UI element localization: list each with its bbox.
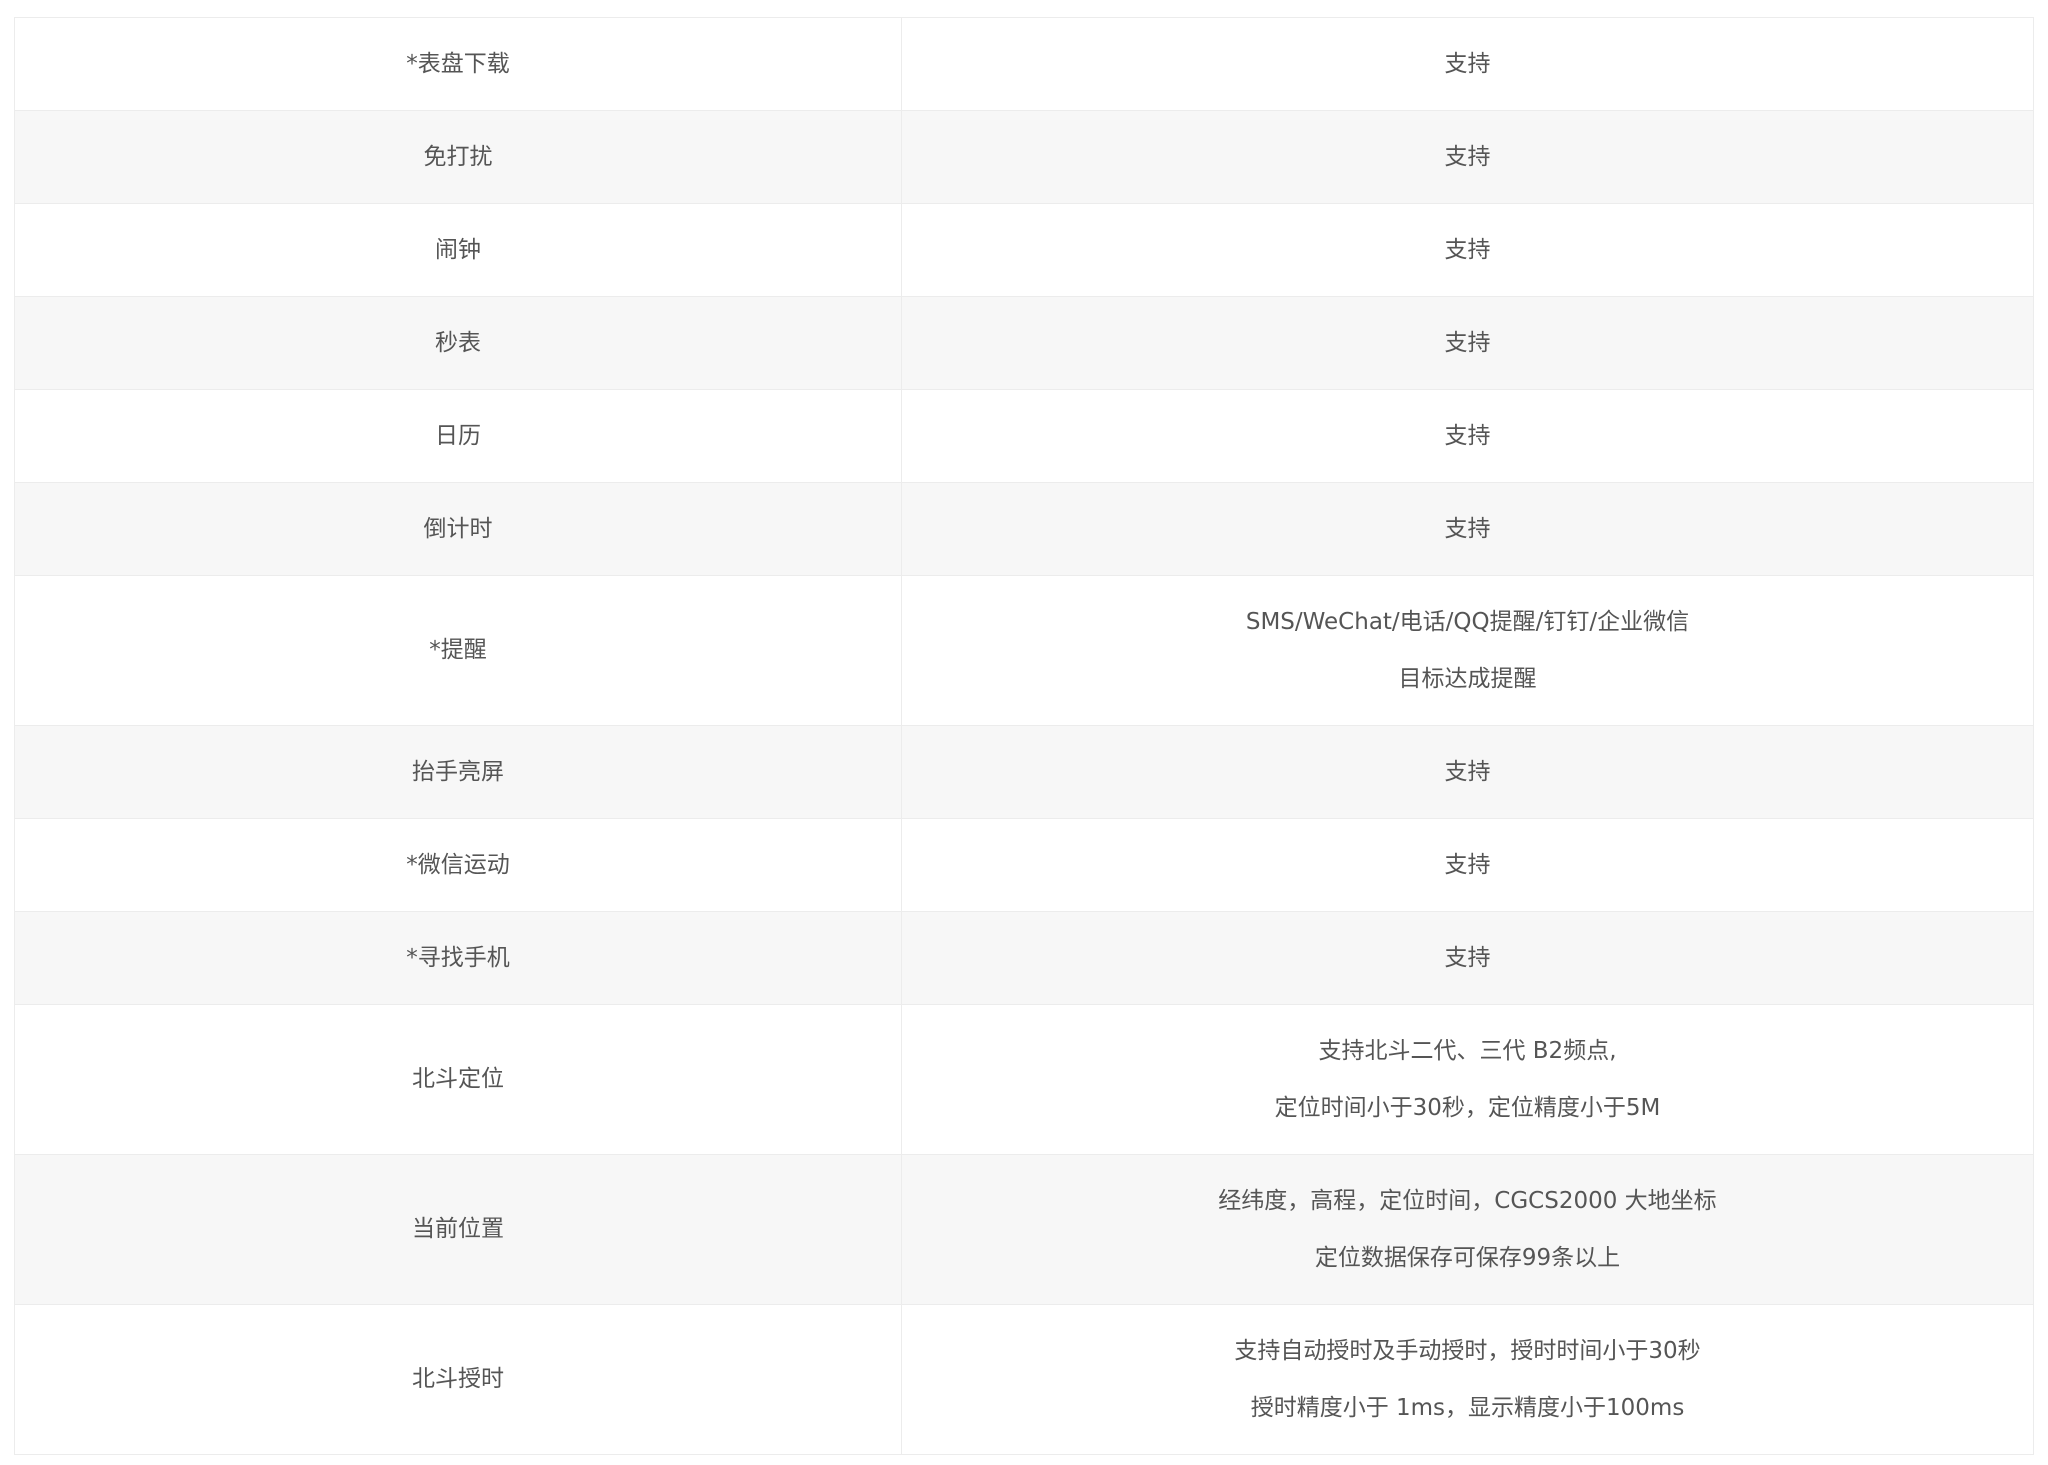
feature-cell: 当前位置 [14, 1154, 902, 1305]
feature-cell: *微信运动 [14, 818, 902, 912]
value-line: 支持 [1444, 758, 1491, 785]
value-cell: 支持 [901, 389, 2034, 483]
value-cell: 支持 [901, 17, 2034, 111]
table-row: *寻找手机 支持 [14, 911, 2034, 1005]
value-line: 支持自动授时及手动授时，授时时间小于30秒 [1234, 1337, 1701, 1364]
feature-cell: 秒表 [14, 296, 902, 390]
value-cell: 支持北斗二代、三代 B2频点, 定位时间小于30秒，定位精度小于5M [901, 1004, 2034, 1155]
feature-cell: *提醒 [14, 575, 902, 726]
feature-cell: 免打扰 [14, 110, 902, 204]
value-line: 支持 [1444, 515, 1491, 542]
table-row: *微信运动 支持 [14, 818, 2034, 912]
table-row: 闹钟 支持 [14, 203, 2034, 297]
value-line: 支持 [1444, 851, 1491, 878]
table-row: 当前位置 经纬度，高程，定位时间，CGCS2000 大地坐标 定位数据保存可保存… [14, 1154, 2034, 1305]
value-line: 目标达成提醒 [1398, 665, 1537, 692]
value-line: 支持 [1444, 422, 1491, 449]
value-line: 支持 [1444, 50, 1491, 77]
value-cell: SMS/WeChat/电话/QQ提醒/钉钉/企业微信 目标达成提醒 [901, 575, 2034, 726]
feature-cell: 闹钟 [14, 203, 902, 297]
value-cell: 支持 [901, 110, 2034, 204]
value-line: 定位数据保存可保存99条以上 [1314, 1244, 1621, 1271]
value-cell: 支持 [901, 911, 2034, 1005]
value-cell: 支持 [901, 482, 2034, 576]
table-row: 倒计时 支持 [14, 482, 2034, 576]
value-line: 授时精度小于 1ms，显示精度小于100ms [1250, 1394, 1685, 1421]
value-line: 支持 [1444, 944, 1491, 971]
feature-cell: 北斗授时 [14, 1304, 902, 1455]
value-line: SMS/WeChat/电话/QQ提醒/钉钉/企业微信 [1245, 608, 1690, 635]
value-line: 经纬度，高程，定位时间，CGCS2000 大地坐标 [1218, 1187, 1717, 1214]
value-line: 支持 [1444, 236, 1491, 263]
feature-cell: 倒计时 [14, 482, 902, 576]
value-cell: 支持 [901, 203, 2034, 297]
value-line: 定位时间小于30秒，定位精度小于5M [1274, 1094, 1661, 1121]
feature-cell: 抬手亮屏 [14, 725, 902, 819]
value-cell: 支持自动授时及手动授时，授时时间小于30秒 授时精度小于 1ms，显示精度小于1… [901, 1304, 2034, 1455]
table-row: *提醒 SMS/WeChat/电话/QQ提醒/钉钉/企业微信 目标达成提醒 [14, 575, 2034, 726]
spec-table: *表盘下载 支持 免打扰 支持 闹钟 支持 秒表 支持 日历 支持 倒计时 支持 [14, 17, 2034, 1455]
value-cell: 经纬度，高程，定位时间，CGCS2000 大地坐标 定位数据保存可保存99条以上 [901, 1154, 2034, 1305]
feature-cell: 北斗定位 [14, 1004, 902, 1155]
spec-table-container: *表盘下载 支持 免打扰 支持 闹钟 支持 秒表 支持 日历 支持 倒计时 支持 [14, 17, 2034, 1455]
table-row: *表盘下载 支持 [14, 17, 2034, 111]
feature-cell: *寻找手机 [14, 911, 902, 1005]
table-row: 抬手亮屏 支持 [14, 725, 2034, 819]
table-row: 北斗定位 支持北斗二代、三代 B2频点, 定位时间小于30秒，定位精度小于5M [14, 1004, 2034, 1155]
table-row: 日历 支持 [14, 389, 2034, 483]
feature-cell: 日历 [14, 389, 902, 483]
table-row: 免打扰 支持 [14, 110, 2034, 204]
value-cell: 支持 [901, 725, 2034, 819]
value-line: 支持 [1444, 143, 1491, 170]
feature-cell: *表盘下载 [14, 17, 902, 111]
table-row: 北斗授时 支持自动授时及手动授时，授时时间小于30秒 授时精度小于 1ms，显示… [14, 1304, 2034, 1455]
value-line: 支持北斗二代、三代 B2频点, [1318, 1037, 1617, 1064]
table-row: 秒表 支持 [14, 296, 2034, 390]
value-cell: 支持 [901, 818, 2034, 912]
value-cell: 支持 [901, 296, 2034, 390]
value-line: 支持 [1444, 329, 1491, 356]
